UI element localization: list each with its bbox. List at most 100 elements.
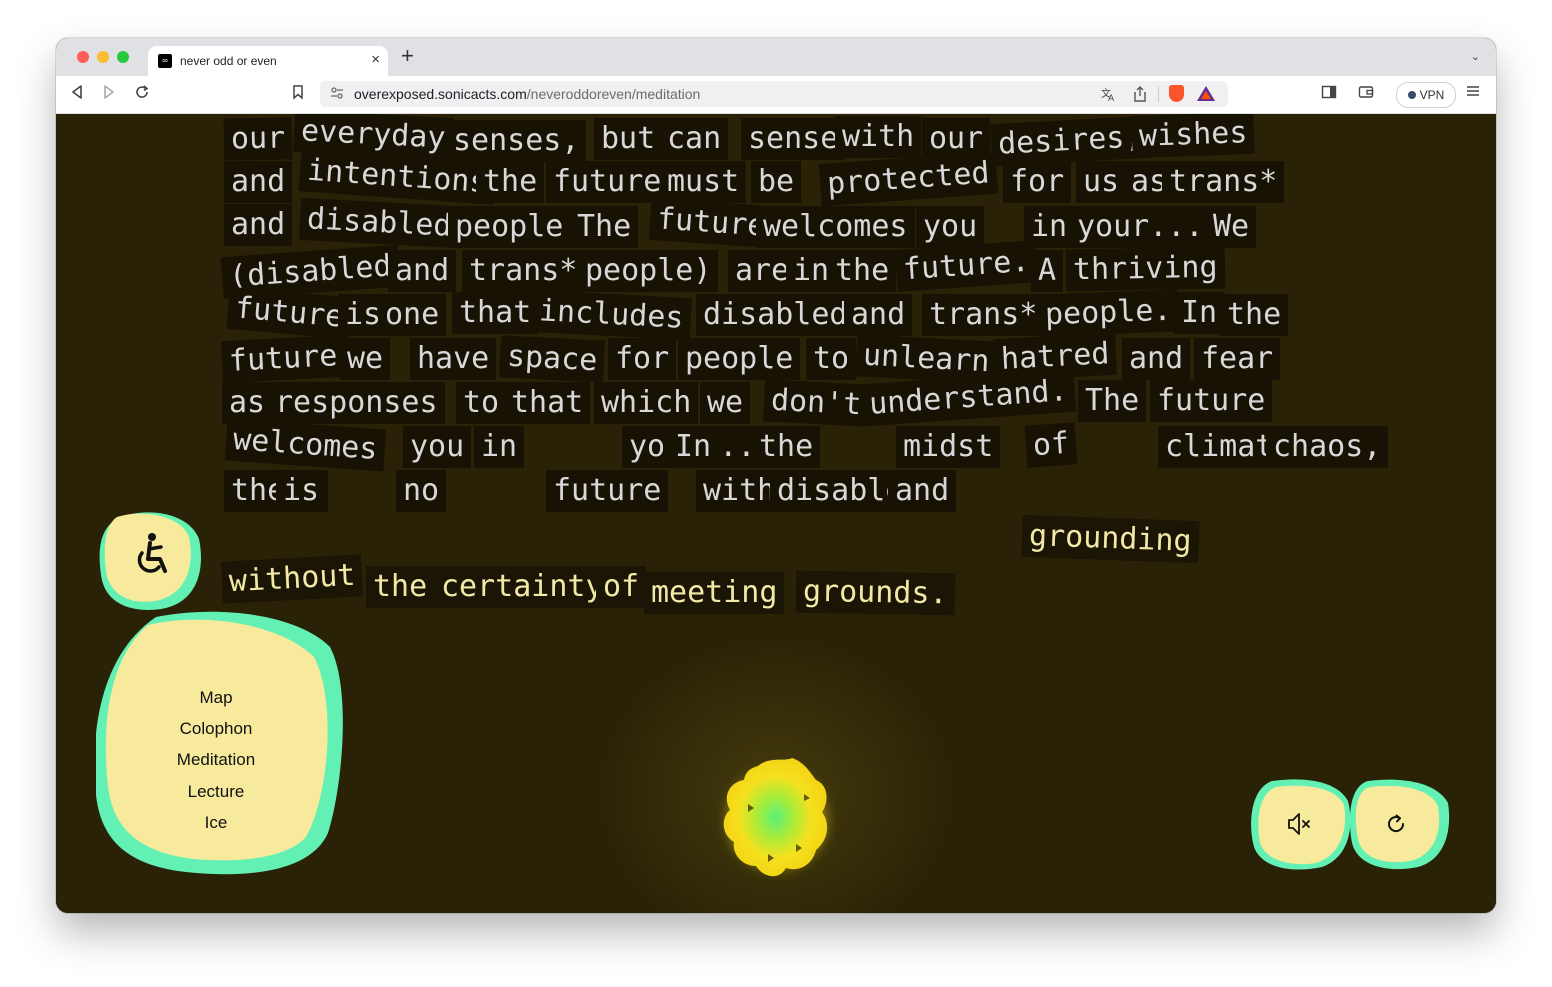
back-icon[interactable] [70,84,84,105]
brave-rewards-icon[interactable] [1197,86,1215,101]
poem-word: and [1122,338,1191,380]
poem-word: can [660,118,729,160]
minimize-window-button[interactable] [97,51,109,63]
menu-item-lecture[interactable]: Lecture [96,782,336,802]
poem-word: trans* [922,294,1045,336]
poem-word: A [1031,250,1064,292]
poem-word: future [220,334,346,384]
poem-word: to [806,338,857,380]
poem-word: the [1220,294,1289,336]
poem-word: The [1078,380,1147,422]
menu-item-ice[interactable]: Ice [96,813,336,833]
tab-bar: ∞ never odd or even × + ⌄ [56,38,1496,76]
poem-word: the [752,426,821,468]
reload-icon[interactable] [134,84,150,105]
poem-text: our everyday senses, but can sense with our desi… [56,114,1496,654]
poem-word: and [224,161,293,203]
poem-word: trans* [462,250,585,292]
poem-word: for [608,338,677,380]
poem-word: our [223,117,293,161]
poem-word: future [546,161,669,203]
forward-icon[interactable] [102,84,116,105]
menu-icon[interactable] [1466,84,1480,103]
poem-word: In [1174,292,1225,334]
poem-word: disabled [299,197,460,249]
menu-item-colophon[interactable]: Colophon [96,719,336,739]
poem-word: welcomes [756,206,915,248]
poem-word: us [1076,161,1127,203]
glowing-orb [718,754,836,884]
menu-item-map[interactable]: Map [96,688,336,708]
poem-word: midst [896,426,1001,468]
highlight-word: the [366,566,435,608]
poem-word: future [648,197,774,249]
zoom-window-button[interactable] [117,51,129,63]
poem-word: with [835,116,922,158]
poem-word: be [751,161,802,203]
menu-item-meditation[interactable]: Meditation [96,750,336,770]
poem-word: your... [1070,206,1211,248]
bookmark-icon[interactable] [292,84,304,105]
poem-word: The [570,206,639,248]
translate-icon[interactable]: 文A [1100,86,1116,107]
poem-word: chaos, [1266,426,1389,468]
vpn-label: VPN [1419,88,1445,102]
accessibility-button[interactable] [99,509,209,624]
poem-word: that [504,382,591,424]
address-bar[interactable]: overexposed.sonicacts.com/neveroddoreven… [320,81,1228,107]
tab-close-icon[interactable]: × [371,51,380,68]
active-tab[interactable]: ∞ never odd or even × [148,46,388,76]
poem-word: people [448,206,571,248]
poem-word: people) [578,250,719,292]
url-host: overexposed.sonicacts.com [354,86,527,102]
site-settings-icon[interactable] [330,86,344,103]
favicon-icon: ∞ [158,54,172,68]
poem-word: one [378,294,447,336]
poem-word: of [1024,422,1078,468]
poem-word: that [452,292,539,334]
poem-word: no [396,470,447,512]
poem-word: includes [531,289,692,341]
vpn-button[interactable]: VPN [1396,82,1456,108]
restart-button[interactable] [1348,779,1450,876]
highlight-word: meeting [644,572,785,614]
poem-word: for [1003,161,1072,203]
highlight-word: grounding [1021,514,1200,564]
poem-word: responses [268,382,445,424]
new-tab-button[interactable]: + [401,44,414,68]
sidebar-icon[interactable] [1321,84,1337,105]
url-text: overexposed.sonicacts.com/neveroddoreven… [354,86,700,102]
poem-word: welcomes [224,418,386,472]
browser-window: ∞ never odd or even × + ⌄ overexposed.so… [56,38,1496,913]
highlight-word: grounds. [795,570,955,616]
poem-word: thriving [1065,246,1225,292]
poem-word: to [456,382,507,424]
poem-word: fear [1194,338,1281,380]
address-divider [1158,86,1159,102]
poem-word: don't [762,379,870,427]
poem-word: and [888,470,957,512]
poem-word: and [388,250,457,292]
wallet-icon[interactable] [1358,84,1374,105]
poem-word: and [224,204,293,246]
poem-word: you [403,426,472,468]
poem-word: in [474,426,525,468]
mute-button[interactable] [1250,779,1352,876]
poem-word: and [844,294,913,336]
poem-word: disabled [696,294,855,336]
tab-list-chevron-icon[interactable]: ⌄ [1471,50,1480,63]
url-path: /neveroddoreven/meditation [526,86,701,102]
close-window-button[interactable] [77,51,89,63]
poem-word: trans* [1162,161,1285,203]
highlight-word: certainty [434,566,611,608]
poem-word: must [660,161,747,203]
poem-word: which [594,382,699,424]
poem-word: future [546,470,669,512]
brave-shields-icon[interactable] [1169,85,1184,102]
poem-word: future [226,286,352,340]
share-icon[interactable] [1133,86,1147,107]
highlight-word: of [596,566,647,608]
poem-word: protected [818,151,998,207]
highlight-word: without [220,554,364,604]
poem-word: we [340,338,391,380]
